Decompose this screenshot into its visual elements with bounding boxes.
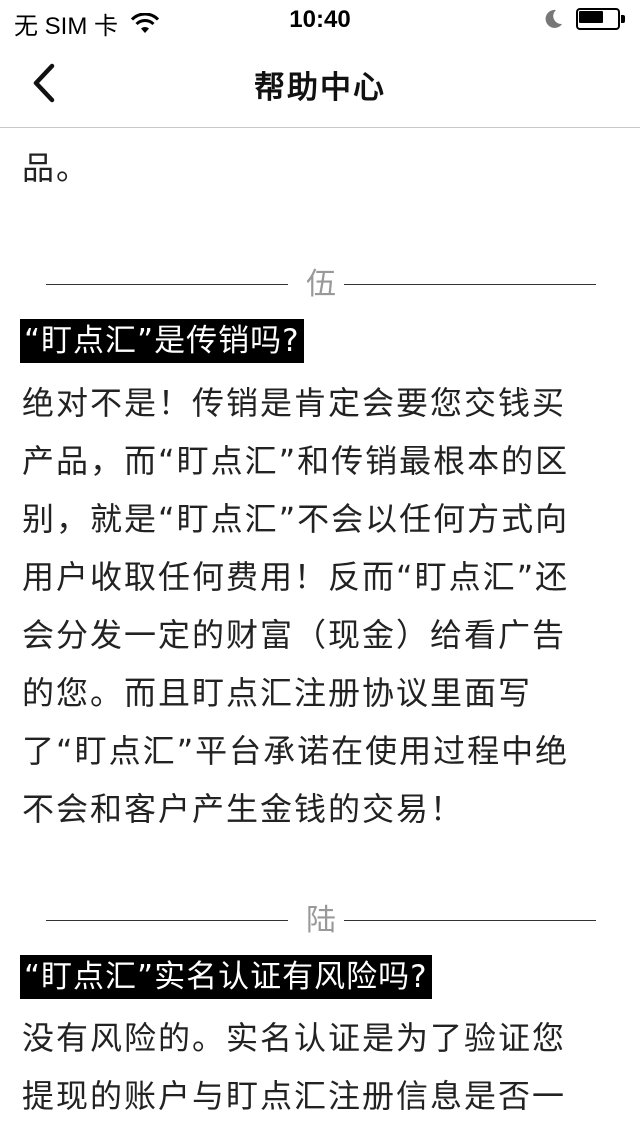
answer-line: 用户收取任何费用！反而“盯点汇”还 <box>22 558 570 596</box>
battery-icon <box>576 8 626 30</box>
question-heading: “盯点汇”实名认证有风险吗? <box>20 955 432 999</box>
answer-line: 绝对不是！传销是肯定会要您交钱买 <box>22 384 567 422</box>
status-right <box>542 8 626 30</box>
answer-text: 绝对不是！传销是肯定会要您交钱买 产品，而“盯点汇”和传销最根本的区 别，就是“… <box>22 374 602 838</box>
answer-line: 产品，而“盯点汇”和传销最根本的区 <box>22 442 570 480</box>
answer-line: 没有风险的。实名认证是为了验证您 <box>22 1019 567 1057</box>
question-heading: “盯点汇”是传销吗? <box>20 319 304 363</box>
answer-line: 别，就是“盯点汇”不会以任何方式向 <box>22 500 570 538</box>
nav-bar: 帮助中心 <box>0 40 640 128</box>
section-numeral: 伍 <box>306 267 336 302</box>
status-bar: 无 SIM 卡 10:40 <box>0 0 640 40</box>
answer-line: 的您。而且盯点汇注册协议里面写 <box>22 674 533 712</box>
answer-line: 了“盯点汇”平台承诺在使用过程中绝 <box>22 732 570 770</box>
answer-text: 没有风险的。实名认证是为了验证您 提现的账户与盯点汇注册信息是否一 <box>22 1009 602 1125</box>
answer-line: 不会和客户产生金钱的交易！ <box>22 790 465 828</box>
section-numeral: 陆 <box>306 903 336 938</box>
page-title: 帮助中心 <box>254 70 386 106</box>
answer-line: 会分发一定的财富（现金）给看广告 <box>22 616 567 654</box>
section-divider: 陆 <box>46 901 596 941</box>
paragraph-fragment: 品。 <box>22 149 91 187</box>
answer-line: 提现的账户与盯点汇注册信息是否一 <box>22 1077 567 1115</box>
moon-icon <box>545 9 562 28</box>
help-content[interactable]: 品。 伍 “盯点汇”是传销吗? 绝对不是！传销是肯定会要您交钱买 产品，而“盯点… <box>0 129 640 1136</box>
section-divider: 伍 <box>46 265 596 305</box>
